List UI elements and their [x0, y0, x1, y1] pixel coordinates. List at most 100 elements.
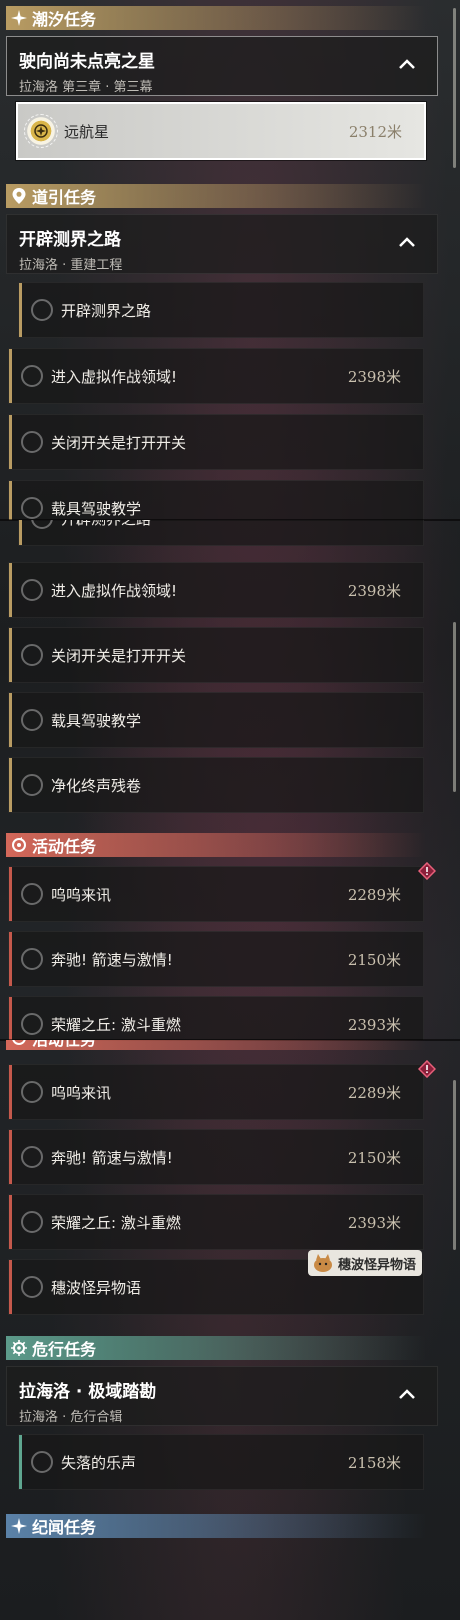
task-label: 奔驰! 箭速与激情! [51, 1148, 173, 1167]
task-distance: 2158米 [347, 1453, 401, 1472]
task-label: 载具驾驶教学 [51, 499, 142, 518]
task-row[interactable]: 开辟测界之路 [18, 520, 424, 546]
accent-bar [9, 997, 12, 1040]
refresh-circle-icon [10, 1040, 28, 1047]
accent-bar [9, 693, 12, 747]
task-label: 荣耀之丘: 激斗重燃 [51, 1213, 181, 1232]
task-row[interactable]: 开辟测界之路 [18, 282, 424, 338]
task-label: 远航星 [64, 122, 110, 141]
section-title: 危行任务 [32, 1340, 97, 1359]
status-ring-icon [21, 497, 43, 519]
accent-bar [9, 415, 12, 469]
task-distance: 2398米 [347, 581, 401, 600]
task-label: 开辟测界之路 [61, 520, 423, 529]
task-distance: 2150米 [347, 1148, 401, 1167]
chapter-subtitle: 拉海洛 第三章 · 第三幕 [19, 80, 153, 95]
status-ring-icon [21, 431, 43, 453]
refresh-circle-icon [10, 836, 28, 854]
status-ring-icon [31, 299, 53, 321]
chapter-subtitle: 拉海洛 · 重建工程 [19, 258, 123, 273]
task-label: 载具驾驶教学 [51, 711, 142, 730]
task-label: 进入虚拟作战领域! [51, 367, 178, 386]
section-title: 潮汐任务 [32, 10, 97, 29]
status-ring-icon [21, 948, 43, 970]
accent-bar [9, 481, 12, 520]
panel-segment-1: 潮汐任务 驶向尚未点亮之星 拉海洛 第三章 · 第三幕 远航星 2312米 道引… [0, 0, 460, 520]
scrollbar-thumb[interactable] [453, 622, 456, 792]
chapter-title: 拉海洛 · 极域踏勘 [19, 1382, 157, 1402]
status-ring-icon [21, 1276, 43, 1298]
status-ring-icon [21, 365, 43, 387]
chevron-up-icon[interactable] [397, 233, 417, 253]
chevron-up-icon[interactable] [397, 55, 417, 75]
status-ring-icon [21, 709, 43, 731]
task-row-active[interactable]: 远航星 2312米 [15, 101, 427, 161]
section-header-event: 活动任务 [6, 1040, 426, 1050]
sparkle-icon [10, 9, 28, 27]
gear-icon [10, 1339, 28, 1357]
chapter-card-tide[interactable]: 驶向尚未点亮之星 拉海洛 第三章 · 第三幕 [6, 36, 438, 96]
panel-segment-2: 开辟测界之路 进入虚拟作战领域! 2398米 关闭开关是打开开关 载具驾驶教学 … [0, 520, 460, 1040]
status-ring-icon [21, 1081, 43, 1103]
panel-segment-3: 活动任务 呜呜来讯 2289米 奔驰! 箭速与激情! 2150米 荣耀之丘: 激… [0, 1040, 460, 1620]
sparkle-icon [10, 1517, 28, 1535]
section-header-guide: 道引任务 [6, 184, 426, 208]
status-ring-icon [21, 1146, 43, 1168]
task-distance: 2393米 [347, 1015, 401, 1034]
chapter-title: 开辟测界之路 [19, 230, 121, 250]
chapter-card-danger[interactable]: 拉海洛 · 极域踏勘 拉海洛 · 危行合辑 [6, 1366, 438, 1426]
section-header-event: 活动任务 [6, 833, 426, 857]
task-row[interactable]: 载具驾驶教学 [8, 692, 424, 748]
accent-bar [9, 628, 12, 682]
task-row[interactable]: 荣耀之丘: 激斗重燃 2393米 [8, 1194, 424, 1250]
scrollbar-thumb[interactable] [453, 1080, 456, 1250]
accent-bar [9, 1130, 12, 1184]
task-label: 关闭开关是打开开关 [51, 433, 187, 452]
task-distance: 2312米 [348, 122, 402, 141]
task-row[interactable]: 关闭开关是打开开关 [8, 414, 424, 470]
accent-bar [9, 932, 12, 986]
chapter-card-guide[interactable]: 开辟测界之路 拉海洛 · 重建工程 [6, 214, 438, 274]
chapter-title: 驶向尚未点亮之星 [19, 52, 155, 72]
task-row[interactable]: 净化终声残卷 [8, 757, 424, 813]
task-row[interactable]: 荣耀之丘: 激斗重燃 2393米 [8, 996, 424, 1040]
task-row[interactable]: 进入虚拟作战领域! 2398米 [8, 348, 424, 404]
status-ring-icon [21, 774, 43, 796]
task-row[interactable]: 奔驰! 箭速与激情! 2150米 [8, 931, 424, 987]
status-ring-icon [21, 644, 43, 666]
task-label: 净化终声残卷 [51, 776, 142, 795]
status-ring-icon [31, 1451, 53, 1473]
task-row[interactable]: 呜呜来讯 2289米 [8, 1064, 424, 1120]
task-label: 关闭开关是打开开关 [51, 646, 187, 665]
task-label: 失落的乐声 [61, 1453, 137, 1472]
status-ring-icon [21, 1211, 43, 1233]
section-title: 道引任务 [32, 188, 97, 207]
alert-diamond-icon [417, 861, 437, 881]
task-label: 荣耀之丘: 激斗重燃 [51, 1015, 181, 1034]
task-row[interactable]: 进入虚拟作战领域! 2398米 [8, 562, 424, 618]
task-distance: 2398米 [347, 367, 401, 386]
section-title: 纪闻任务 [32, 1518, 97, 1537]
accent-bar [9, 1195, 12, 1249]
task-row[interactable]: 失落的乐声 2158米 [18, 1434, 424, 1490]
chevron-up-icon[interactable] [397, 1385, 417, 1405]
status-ring-icon [31, 520, 53, 529]
task-distance: 2289米 [347, 885, 401, 904]
accent-bar [9, 867, 12, 921]
accent-bar [9, 1065, 12, 1119]
task-distance: 2289米 [347, 1083, 401, 1102]
task-row[interactable]: 载具驾驶教学 [8, 480, 424, 520]
section-title: 活动任务 [32, 837, 97, 856]
accent-bar [9, 563, 12, 617]
task-label: 开辟测界之路 [61, 301, 152, 320]
section-header-danger: 危行任务 [6, 1336, 426, 1360]
section-title: 活动任务 [32, 1040, 96, 1050]
event-badge: 穗波怪异物语 [308, 1250, 423, 1276]
task-row[interactable]: 奔驰! 箭速与激情! 2150米 [8, 1129, 424, 1185]
task-row[interactable]: 关闭开关是打开开关 [8, 627, 424, 683]
task-label: 进入虚拟作战领域! [51, 581, 178, 600]
scrollbar-thumb[interactable] [453, 8, 456, 168]
status-ring-icon [21, 579, 43, 601]
map-pin-icon [10, 187, 28, 205]
task-row[interactable]: 呜呜来讯 2289米 [8, 866, 424, 922]
